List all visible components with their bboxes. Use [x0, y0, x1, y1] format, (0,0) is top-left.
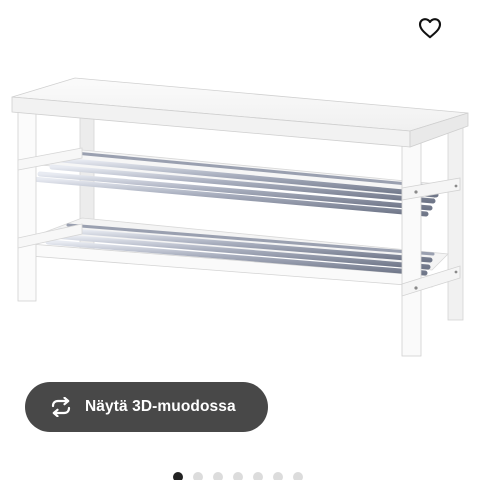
- carousel-dot-active[interactable]: [173, 472, 183, 480]
- carousel-dot[interactable]: [213, 472, 223, 480]
- view-3d-label: Näytä 3D-muodossa: [85, 398, 236, 415]
- carousel-pager: [173, 472, 303, 480]
- carousel-dot[interactable]: [233, 472, 243, 480]
- carousel-dot[interactable]: [293, 472, 303, 480]
- carousel-dot[interactable]: [253, 472, 263, 480]
- product-gallery: Näytä 3D-muodossa: [0, 0, 480, 480]
- rotate-arrows-icon: [47, 396, 75, 418]
- carousel-dot[interactable]: [193, 472, 203, 480]
- favorite-button[interactable]: [412, 10, 448, 46]
- view-3d-button[interactable]: Näytä 3D-muodossa: [25, 382, 268, 432]
- carousel-dot[interactable]: [273, 472, 283, 480]
- heart-outline-icon: [418, 18, 442, 39]
- product-image[interactable]: [0, 0, 480, 380]
